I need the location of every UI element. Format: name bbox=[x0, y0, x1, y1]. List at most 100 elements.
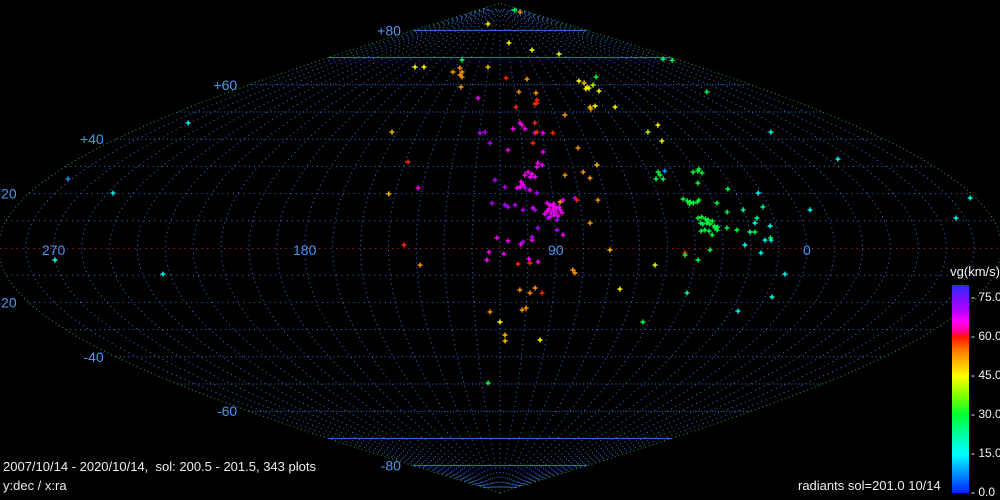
radiant-point[interactable] bbox=[540, 130, 545, 135]
radiant-point[interactable] bbox=[386, 191, 391, 196]
radiant-point[interactable] bbox=[710, 232, 715, 237]
radiant-point[interactable] bbox=[413, 65, 418, 70]
radiant-point[interactable] bbox=[416, 185, 421, 190]
radiant-point[interactable] bbox=[724, 225, 729, 230]
radiant-point[interactable] bbox=[563, 173, 568, 178]
radiant-point[interactable] bbox=[594, 74, 599, 79]
radiant-point[interactable] bbox=[517, 287, 522, 292]
radiant-point[interactable] bbox=[498, 320, 503, 325]
radiant-point[interactable] bbox=[685, 290, 690, 295]
radiant-point[interactable] bbox=[696, 258, 701, 263]
radiant-point[interactable] bbox=[506, 238, 511, 243]
radiant-point[interactable] bbox=[541, 150, 546, 155]
radiant-point[interactable] bbox=[591, 83, 596, 88]
radiant-point[interactable] bbox=[161, 272, 166, 277]
radiant-point[interactable] bbox=[654, 176, 659, 181]
radiant-point[interactable] bbox=[760, 204, 765, 209]
radiant-point[interactable] bbox=[735, 228, 740, 233]
radiant-point[interactable] bbox=[422, 65, 427, 70]
radiant-point[interactable] bbox=[494, 235, 499, 240]
radiant-point[interactable] bbox=[968, 196, 973, 201]
radiant-point[interactable] bbox=[533, 286, 538, 291]
radiant-point[interactable] bbox=[594, 163, 599, 168]
radiant-point[interactable] bbox=[588, 221, 593, 226]
radiant-point[interactable] bbox=[576, 145, 581, 150]
radiant-point[interactable] bbox=[534, 91, 539, 96]
radiant-point[interactable] bbox=[460, 58, 465, 63]
radiant-point[interactable] bbox=[486, 380, 491, 385]
radiant-point[interactable] bbox=[768, 224, 773, 229]
radiant-point[interactable] bbox=[691, 170, 696, 175]
radiant-point[interactable] bbox=[515, 185, 520, 190]
radiant-point[interactable] bbox=[756, 191, 761, 196]
radiant-point[interactable] bbox=[503, 333, 508, 338]
radiant-point[interactable] bbox=[518, 9, 523, 14]
radiant-point[interactable] bbox=[528, 290, 533, 295]
radiant-point[interactable] bbox=[555, 228, 560, 233]
radiant-point[interactable] bbox=[522, 173, 527, 178]
radiant-point[interactable] bbox=[501, 252, 506, 257]
radiant-point[interactable] bbox=[490, 201, 495, 206]
radiant-point[interactable] bbox=[530, 48, 535, 53]
radiant-point[interactable] bbox=[488, 141, 493, 146]
radiant-point[interactable] bbox=[561, 232, 566, 237]
radiant-point[interactable] bbox=[513, 203, 518, 208]
radiant-point[interactable] bbox=[770, 295, 775, 300]
radiant-point[interactable] bbox=[645, 130, 650, 135]
sky-map-plot[interactable]: +80+60+40+20-20-40-60-80270180900 bbox=[0, 0, 1000, 500]
radiant-point[interactable] bbox=[540, 290, 545, 295]
radiant-point[interactable] bbox=[725, 210, 730, 215]
radiant-point[interactable] bbox=[505, 148, 510, 153]
radiant-point[interactable] bbox=[742, 243, 747, 248]
radiant-point[interactable] bbox=[662, 169, 667, 174]
radiant-point[interactable] bbox=[655, 123, 660, 128]
radiant-point[interactable] bbox=[538, 337, 543, 342]
radiant-point[interactable] bbox=[516, 89, 521, 94]
radiant-point[interactable] bbox=[535, 225, 540, 230]
radiant-point[interactable] bbox=[504, 76, 509, 81]
radiant-point[interactable] bbox=[557, 52, 562, 57]
radiant-point[interactable] bbox=[516, 262, 521, 267]
radiant-point[interactable] bbox=[613, 105, 618, 110]
radiant-point[interactable] bbox=[402, 243, 407, 248]
radiant-point[interactable] bbox=[725, 187, 730, 192]
radiant-point[interactable] bbox=[532, 120, 537, 125]
radiant-point[interactable] bbox=[503, 339, 508, 344]
radiant-point[interactable] bbox=[835, 157, 840, 162]
radiant-point[interactable] bbox=[484, 258, 489, 263]
radiant-point[interactable] bbox=[617, 287, 622, 292]
radiant-point[interactable] bbox=[754, 216, 759, 221]
radiant-point[interactable] bbox=[530, 141, 535, 146]
radiant-point[interactable] bbox=[535, 164, 540, 169]
radiant-point[interactable] bbox=[533, 175, 538, 180]
radiant-point[interactable] bbox=[66, 176, 71, 181]
radiant-point[interactable] bbox=[406, 160, 411, 165]
radiant-point[interactable] bbox=[487, 250, 492, 255]
radiant-point[interactable] bbox=[502, 185, 507, 190]
radiant-point[interactable] bbox=[808, 207, 813, 212]
radiant-point[interactable] bbox=[707, 229, 712, 234]
radiant-point[interactable] bbox=[783, 272, 788, 277]
radiant-point[interactable] bbox=[763, 238, 768, 243]
radiant-point[interactable] bbox=[488, 309, 493, 314]
radiant-point[interactable] bbox=[593, 104, 598, 109]
radiant-point[interactable] bbox=[715, 201, 720, 206]
radiant-point[interactable] bbox=[511, 126, 516, 131]
radiant-point[interactable] bbox=[748, 230, 753, 235]
radiant-point[interactable] bbox=[670, 58, 675, 63]
radiant-point[interactable] bbox=[581, 170, 586, 175]
radiant-point[interactable] bbox=[695, 181, 700, 186]
radiant-point[interactable] bbox=[768, 130, 773, 135]
radiant-point[interactable] bbox=[476, 96, 481, 101]
radiant-point[interactable] bbox=[607, 247, 612, 252]
radiant-point[interactable] bbox=[521, 207, 526, 212]
radiant-point[interactable] bbox=[52, 258, 57, 263]
radiant-point[interactable] bbox=[525, 77, 530, 82]
radiant-point[interactable] bbox=[661, 176, 666, 181]
radiant-point[interactable] bbox=[759, 250, 764, 255]
radiant-point[interactable] bbox=[954, 216, 959, 221]
radiant-point[interactable] bbox=[536, 259, 541, 264]
radiant-point[interactable] bbox=[659, 139, 664, 144]
radiant-point[interactable] bbox=[527, 188, 532, 193]
radiant-point[interactable] bbox=[582, 80, 587, 85]
